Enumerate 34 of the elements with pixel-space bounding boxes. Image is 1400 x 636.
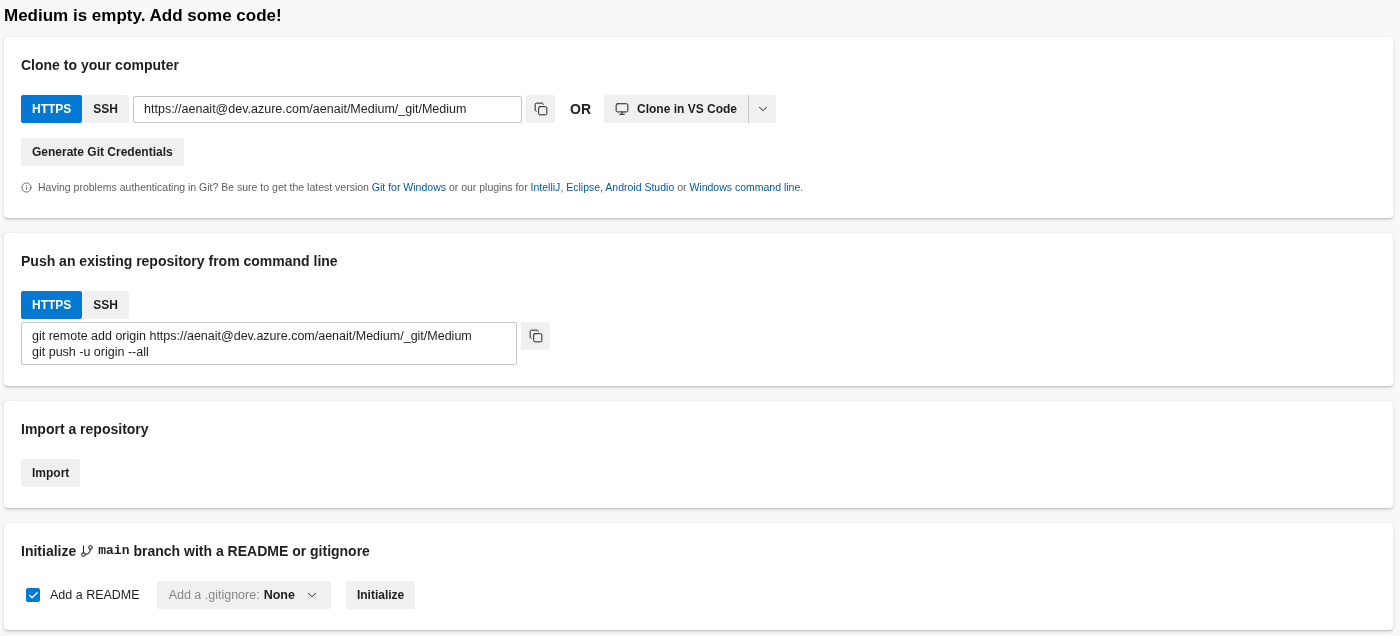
generate-credentials-button[interactable]: Generate Git Credentials: [21, 138, 184, 166]
url-field[interactable]: https://aenait@dev.azure.com/aenait/Medium/_git/Medium: [133, 95, 523, 123]
protocol-tab[interactable]: SSH: [82, 95, 130, 123]
branch-name: main: [98, 542, 130, 560]
command-line: git push -u origin --all: [32, 344, 149, 360]
command-line: git remote add origin https://aenait@dev.azure.com/aenait/Medium/_git/Medium: [32, 328, 472, 344]
page-title: Medium is empty. Add some code!: [4, 5, 282, 27]
import-button[interactable]: Import: [21, 459, 81, 487]
copy-button[interactable]: [521, 322, 550, 350]
section-title: Initialize: [21, 542, 77, 561]
help-text: Having problems authenticating in Git? Be sure to get the latest version Git for Windows or our plugins for IntelliJ, Eclipse, Android Studio or Windows command line.: [38, 180, 804, 195]
section-title: Push an existing repository from command line: [21, 252, 338, 271]
checkbox-label: Add a README: [50, 588, 140, 602]
help-link[interactable]: Git for Windows: [371, 181, 446, 193]
branch-icon: [80, 544, 95, 558]
section-title: branch with a README or gitignore: [133, 542, 370, 561]
help-link[interactable]: Android Studio: [605, 181, 675, 193]
protocol-tab[interactable]: SSH: [82, 291, 130, 319]
info-icon: [21, 181, 32, 193]
check-icon: [27, 589, 39, 601]
section-title: Clone to your computer: [21, 56, 179, 75]
command-field[interactable]: git remote add origin https://aenait@dev.azure.com/aenait/Medium/_git/Medium git push -u origin --all: [21, 322, 517, 365]
monitor-icon: [615, 102, 630, 116]
protocol-tab[interactable]: HTTPS: [21, 291, 83, 319]
or-separator: OR: [570, 101, 592, 117]
gitignore-dropdown[interactable]: Add a .gitignore: None: [156, 581, 331, 609]
clone-button[interactable]: Clone in VS Code: [604, 95, 749, 123]
copy-icon: [533, 102, 548, 116]
section-title: Import a repository: [21, 420, 149, 439]
initialize-button[interactable]: Initialize: [345, 581, 416, 609]
copy-icon: [528, 329, 543, 343]
protocol-tab[interactable]: HTTPS: [21, 95, 83, 123]
copy-button[interactable]: [526, 95, 556, 123]
readme-checkbox[interactable]: [26, 588, 40, 602]
